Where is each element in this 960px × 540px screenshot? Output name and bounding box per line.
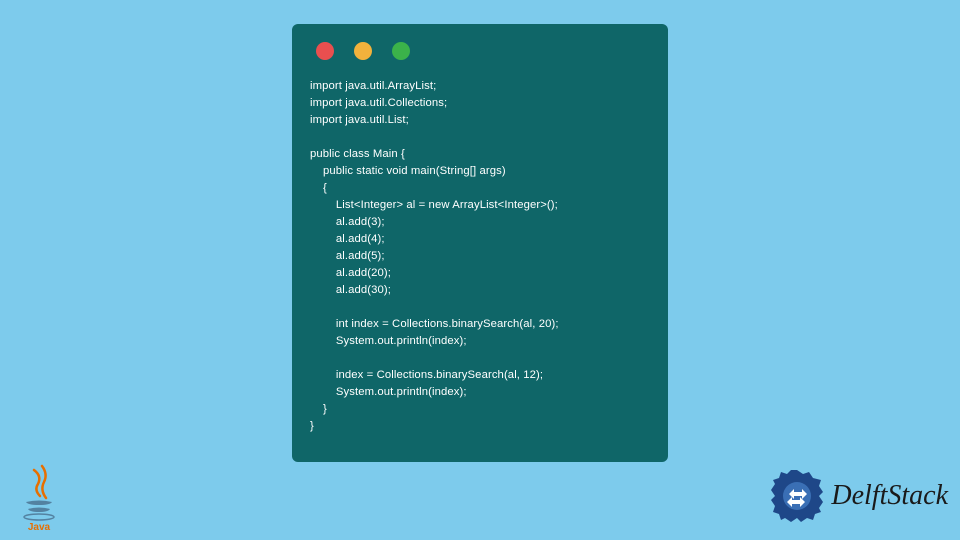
close-icon — [316, 42, 334, 60]
svg-text:Java: Java — [28, 522, 51, 532]
delftstack-gear-icon — [767, 466, 827, 526]
delftstack-text: DelftStack — [831, 480, 948, 512]
code-content: import java.util.ArrayList; import java.… — [310, 78, 650, 435]
code-window: import java.util.ArrayList; import java.… — [292, 24, 668, 462]
delftstack-logo: DelftStack — [767, 466, 948, 526]
window-controls — [310, 42, 650, 60]
maximize-icon — [392, 42, 410, 60]
minimize-icon — [354, 42, 372, 60]
java-logo: Java — [14, 462, 64, 532]
